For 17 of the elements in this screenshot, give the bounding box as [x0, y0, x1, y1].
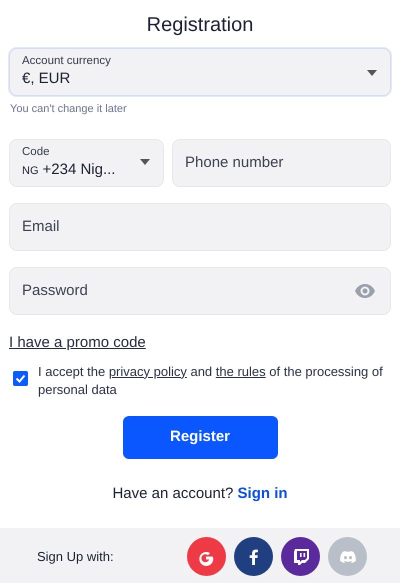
promo-link[interactable]: I have a promo code	[9, 334, 146, 350]
signin-prompt: Have an account? Sign in	[111, 484, 289, 504]
flag-label: NG	[22, 164, 38, 177]
consent-link[interactable]: the rules	[216, 364, 266, 378]
code-value: +234 Nig...	[42, 160, 116, 178]
consent-link[interactable]: privacy policy	[108, 364, 187, 378]
page-title: Registration	[146, 13, 254, 37]
phone-field[interactable]: Phone number	[172, 138, 391, 186]
social-label: Sign Up with:	[37, 548, 115, 566]
signin-link[interactable]: Sign in	[238, 485, 288, 502]
currency-select[interactable]: Account currency €, EUR	[9, 48, 391, 96]
email-field[interactable]: Email	[9, 202, 391, 250]
hint-text: You can't change it later	[10, 102, 127, 117]
code-select[interactable]: Code NG +234 Nig...	[9, 138, 164, 186]
register-button[interactable]: Register	[122, 416, 278, 460]
password-field[interactable]: Password	[9, 266, 391, 314]
consent-text: I accept the privacy policy and the rules of the processing of personal data	[38, 362, 384, 400]
